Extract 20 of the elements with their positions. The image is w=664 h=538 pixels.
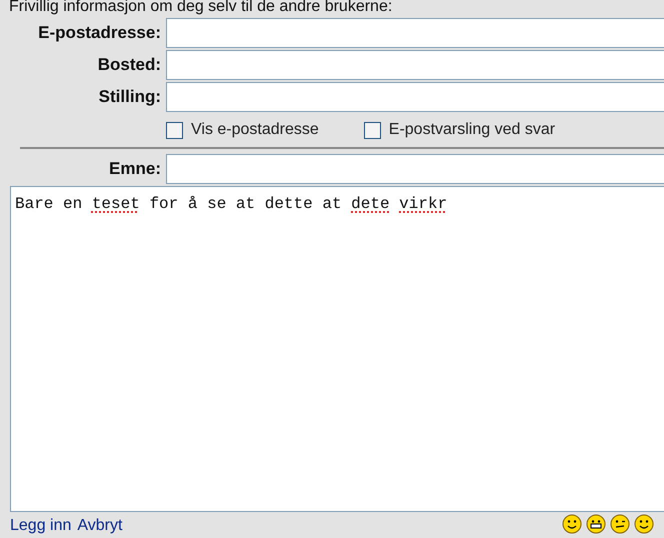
checkbox[interactable] [166,122,183,138]
subject-field[interactable] [166,154,664,184]
message-text: Bare en teset for å se at dette at dete virkr [15,194,448,215]
message-area[interactable]: Bare en teset for å se at dette at dete virkr [10,186,664,512]
smiley-icon[interactable] [586,514,606,534]
field-label: Stilling: [98,87,161,106]
form-link[interactable]: Legg inn [10,514,72,538]
field-label: E-postadresse: [38,23,161,42]
smiley-icon[interactable] [610,514,630,534]
field-label: Bosted: [98,55,161,74]
text-field[interactable] [166,50,664,80]
text-field[interactable] [166,18,664,48]
field-label: Emne: [109,159,161,178]
smiley-icon[interactable] [634,514,654,534]
text-field[interactable] [166,82,664,112]
form-link[interactable]: Avbryt [77,514,122,538]
smiley-icon[interactable] [562,514,582,534]
checkbox-label: Vis e-postadresse [191,120,319,140]
checkbox-label: E-postvarsling ved svar [388,120,556,140]
checkbox[interactable] [364,122,381,138]
